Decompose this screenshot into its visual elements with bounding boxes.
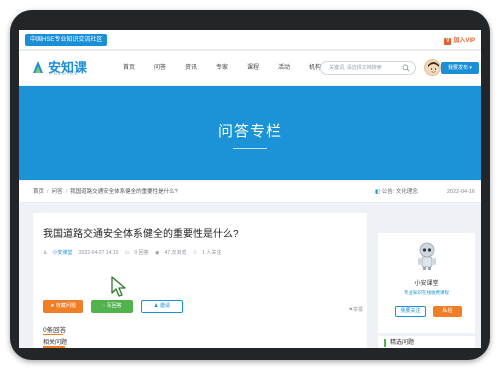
nav-news[interactable]: 资讯: [179, 51, 203, 85]
logo-mark-icon: [33, 61, 43, 73]
question-author[interactable]: 小安课堂: [52, 250, 72, 256]
collect-label: 收藏问题: [55, 303, 76, 309]
answers-icon: ▭: [124, 250, 130, 256]
breadcrumb-current: 我国道路交通安全体系健全的重要性是什么?: [70, 189, 178, 195]
question-meta: ♙ 小安课堂 2022-04-27 14:10 ▭ 0 回答 ◉ 47 次浏览 ☆ 1 …: [43, 247, 226, 259]
top-bar: 中国HSE专业知识交流社区 V 加入VIP: [19, 30, 481, 50]
featured-accent: [384, 339, 386, 347]
robot-avatar-icon: [418, 242, 436, 270]
question-time: 2022-04-27 14:10: [78, 250, 119, 256]
search-input[interactable]: 关键词, 请选择文档搜索: [320, 61, 416, 75]
invite-label: 邀请: [159, 303, 170, 309]
vip-icon: V: [444, 38, 452, 45]
publish-button[interactable]: 我要发布 ▾: [441, 62, 479, 74]
follow-icon: ☆: [192, 250, 198, 256]
answers-tab[interactable]: 0条回答: [43, 324, 66, 334]
breadcrumb-qa[interactable]: 问答: [52, 189, 63, 195]
banner-divider: [233, 148, 267, 149]
main-nav: 首页 问答 资讯 专家 课程 活动 机构: [117, 51, 334, 85]
nav-qa[interactable]: 问答: [148, 51, 172, 85]
answer-label: 写回答: [106, 303, 122, 309]
follow-button[interactable]: 我要关注: [395, 306, 426, 317]
nav-experts[interactable]: 专家: [210, 51, 234, 85]
breadcrumb-home[interactable]: 首页: [33, 189, 44, 195]
report-label: 举报: [352, 307, 363, 313]
notice-text: 公告: 文化理念: [381, 189, 418, 195]
breadcrumb-separator: /: [47, 189, 49, 195]
nav-events[interactable]: 活动: [272, 51, 296, 85]
invite-button[interactable]: ♟ 邀请: [141, 300, 183, 313]
views-icon: ◉: [155, 250, 160, 256]
breadcrumb: 首页 / 问答 / 我国道路交通安全体系健全的重要性是什么?: [33, 181, 178, 203]
site-header: 安知课 ANZHIKE 首页 问答 资讯 专家 课程 活动 机构 关键词, 请选…: [19, 51, 481, 85]
question-card: 我国道路交通安全体系健全的重要性是什么? ♙ 小安课堂 2022-04-27 14…: [33, 213, 367, 348]
related-underline: [43, 346, 65, 348]
search-icon[interactable]: [402, 64, 410, 72]
banner-title: 问答专栏: [217, 123, 282, 140]
report-link[interactable]: ⚑举报: [349, 306, 364, 313]
community-chip[interactable]: 中国HSE专业知识交流社区: [25, 34, 108, 46]
tablet-frame: 中国HSE专业知识交流社区 V 加入VIP 安知课 ANZHIKE 首页 问答 资…: [10, 10, 490, 360]
logo-subtext: ANZHIKE: [49, 71, 80, 76]
notice-date: 2022-04-16: [446, 189, 475, 195]
featured-questions: 精选问题: [378, 336, 475, 348]
nav-courses[interactable]: 课程: [241, 51, 265, 85]
author-card: 小安课堂 专业知识在线收费课程 我要关注 私信: [378, 233, 475, 333]
mouse-cursor-icon: [111, 276, 126, 297]
follow-count: 1 人关注: [202, 250, 222, 256]
vip-join-link[interactable]: V 加入VIP: [444, 35, 475, 45]
vip-label: 加入VIP: [453, 38, 475, 44]
answer-count-meta: 0 回答: [134, 250, 149, 256]
breadcrumb-separator: /: [65, 189, 68, 195]
nav-home[interactable]: 首页: [117, 51, 141, 85]
collect-button[interactable]: ★ 收藏问题: [43, 300, 83, 313]
message-button[interactable]: 私信: [433, 306, 462, 317]
avatar-face-icon: [428, 62, 439, 74]
notice[interactable]: ◧ 公告: 文化理念: [375, 181, 418, 203]
related-section: 相关问题: [33, 335, 367, 348]
author-icon: ♙: [43, 250, 48, 256]
search-placeholder: 关键词, 请选择文档搜索: [329, 65, 382, 71]
user-avatar[interactable]: [424, 59, 441, 76]
hero-banner: 问答专栏: [19, 86, 481, 180]
view-count: 47 次浏览: [164, 250, 187, 256]
question-title: 我国道路交通安全体系健全的重要性是什么?: [43, 229, 239, 240]
browser-screen: 中国HSE专业知识交流社区 V 加入VIP 安知课 ANZHIKE 首页 问答 资…: [19, 30, 481, 348]
breadcrumb-bar: 首页 / 问答 / 我国道路交通安全体系健全的重要性是什么? ◧ 公告: 文化理念 20…: [19, 181, 481, 203]
notice-icon: ◧: [375, 189, 382, 195]
write-answer-button[interactable]: ◌ 写回答: [91, 300, 133, 313]
author-description: 专业知识在线收费课程: [404, 290, 449, 295]
author-name[interactable]: 小安课堂: [378, 278, 475, 287]
related-title: 相关问题: [43, 340, 68, 346]
featured-title: 精选问题: [390, 340, 415, 346]
